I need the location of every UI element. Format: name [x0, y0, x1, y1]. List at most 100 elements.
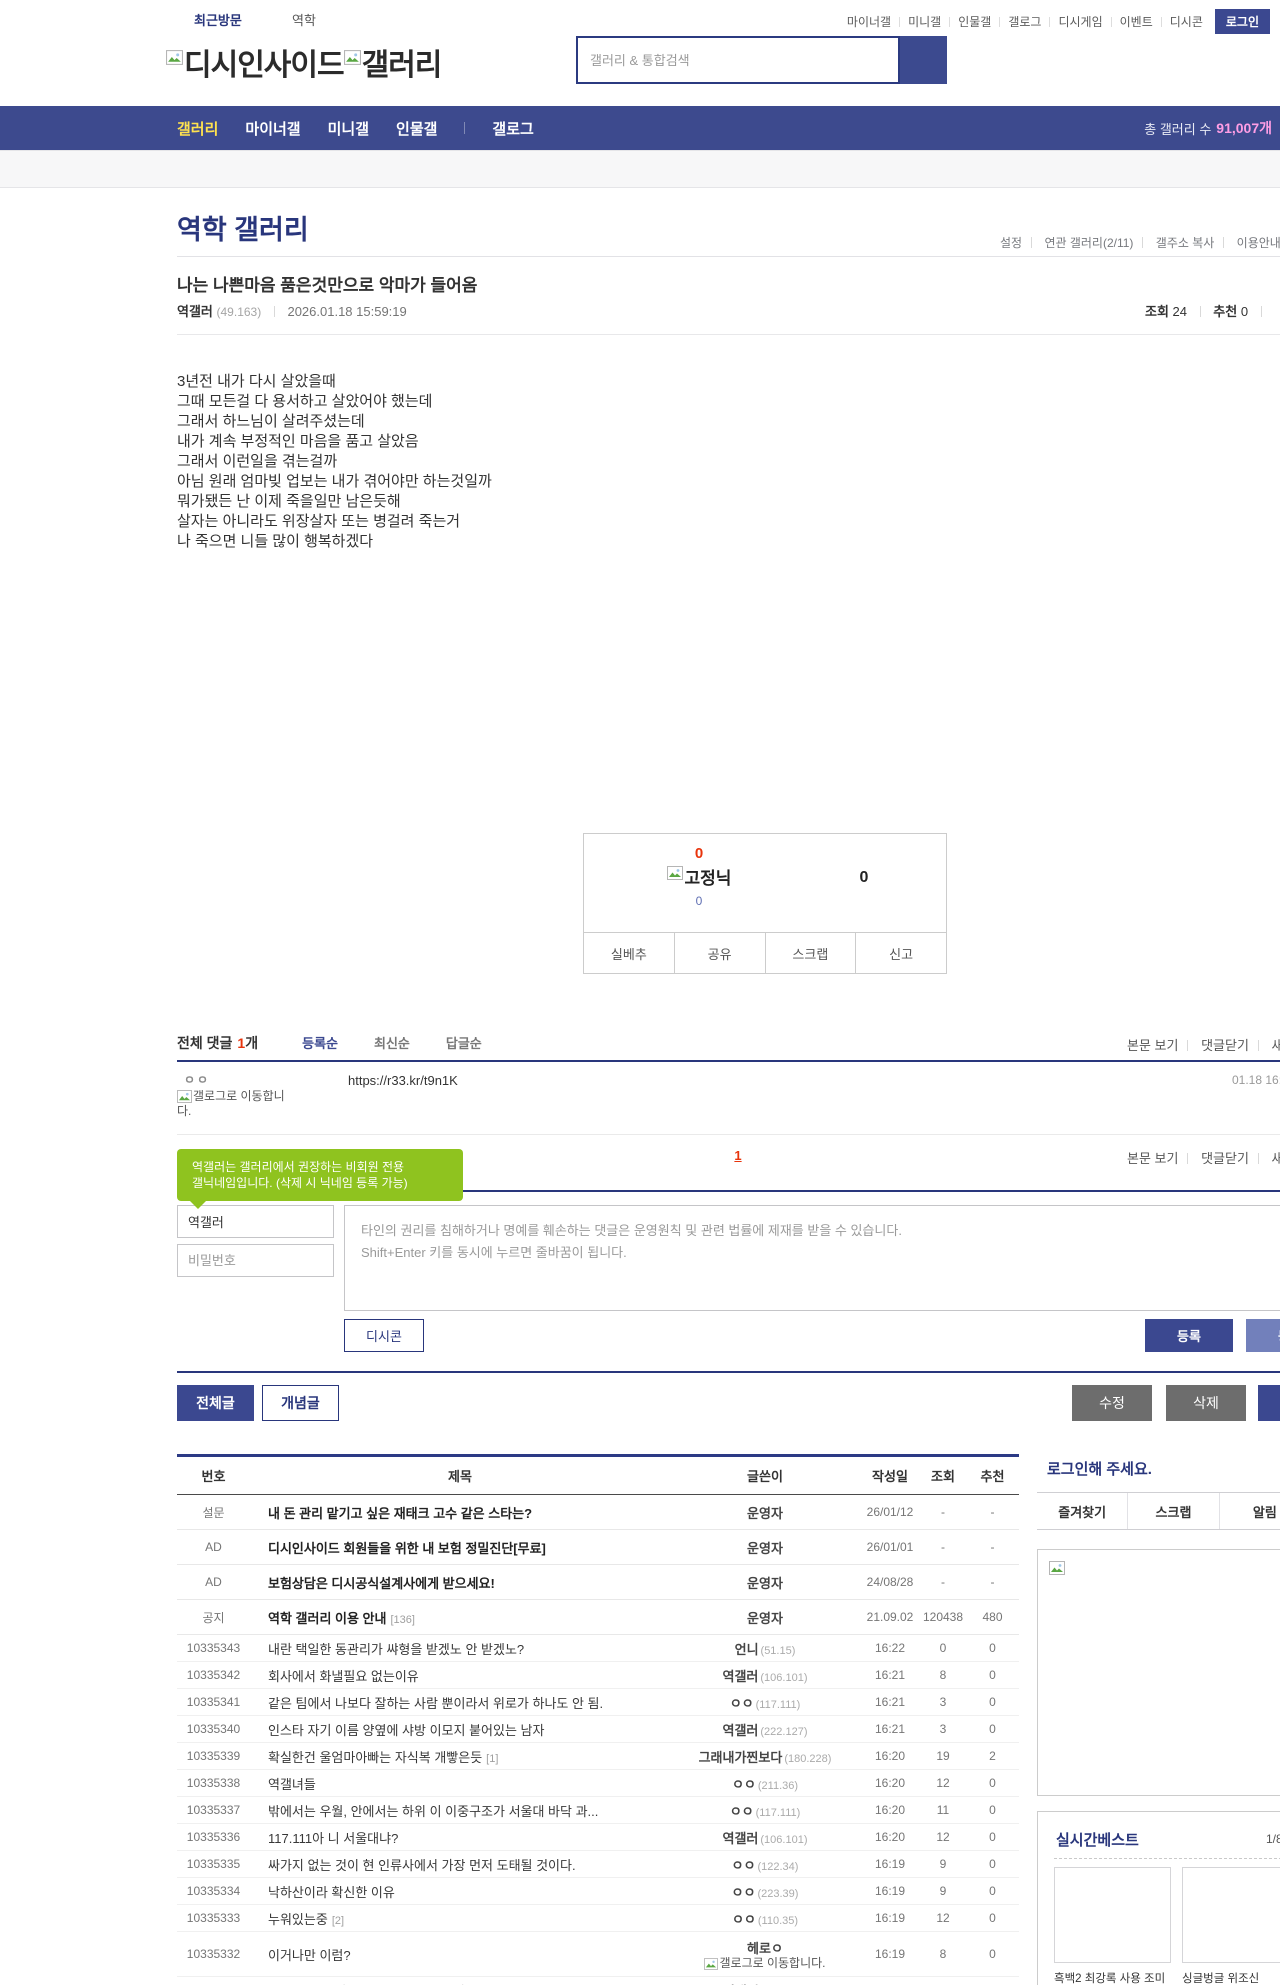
row-title[interactable]: 같은 팀에서 나보다 잘하는 사람 뿐이라서 위로가 하나도 안 됨.	[268, 1696, 603, 1711]
broken-image-icon	[344, 50, 361, 65]
sort-registered[interactable]: 등록순	[302, 1033, 338, 1052]
logo-text-dcinside: 디시인사이드	[184, 40, 344, 84]
comment-submit-button-secondary[interactable]: 등록	[1246, 1319, 1280, 1352]
site-logo[interactable]: 디시인사이드 갤러리	[166, 40, 441, 84]
nav-gallog[interactable]: 갤로그	[492, 118, 533, 139]
topbar-link-minigall[interactable]: 미니갤	[908, 13, 941, 30]
comment-author[interactable]: ㅇㅇ	[184, 1071, 210, 1088]
col-rec: 추천	[966, 1466, 1019, 1485]
row-title[interactable]: 인스타 자기 이름 양옆에 샤방 이모지 붙어있는 남자	[268, 1723, 544, 1738]
row-writer-gallog[interactable]: 갤로그로 이동합니다.	[670, 1957, 860, 1970]
topbar-link-minorgall[interactable]: 마이너갤	[847, 13, 891, 30]
comments-total-label: 전체 댓글	[177, 1033, 232, 1053]
scrap-button[interactable]: 스크랩	[765, 933, 856, 973]
view-post-link[interactable]: 본문 보기	[1127, 1151, 1178, 1166]
row-writer[interactable]: 헤로ㅇ	[747, 1941, 783, 1956]
sort-newest[interactable]: 최신순	[374, 1033, 410, 1052]
sort-reply[interactable]: 답글순	[446, 1033, 482, 1052]
row-title[interactable]: 역학 갤러리 이용 안내	[268, 1611, 386, 1626]
dccon-button[interactable]: 디시콘	[344, 1319, 424, 1352]
row-title[interactable]: 누워있는중	[268, 1912, 328, 1927]
nav-persongall[interactable]: 인물갤	[396, 118, 437, 139]
best-item-thumbnail[interactable]	[1054, 1867, 1171, 1963]
row-title[interactable]: 디시인사이드 회원들을 위한 내 보험 정밀진단[무료]	[268, 1541, 546, 1556]
search-input[interactable]	[576, 36, 900, 84]
write-button[interactable]: 글쓰기	[1258, 1385, 1280, 1421]
topbar-link-event[interactable]: 이벤트	[1120, 13, 1153, 30]
search-button[interactable]	[900, 36, 947, 84]
silbechu-button[interactable]: 실베추	[584, 933, 674, 973]
best-item-title[interactable]: 싱글벙글 위조신	[1182, 1970, 1280, 1985]
row-writer: ㅇㅇ	[732, 1858, 756, 1873]
post-body-line: 그래서 이런일을 겪는걸까	[177, 452, 492, 472]
comment-submit-button[interactable]: 등록	[1145, 1319, 1233, 1352]
report-button[interactable]: 신고	[855, 933, 946, 973]
row-title[interactable]: 117.111아 니 서울대냐?	[268, 1831, 398, 1846]
search-bar	[576, 36, 947, 84]
comment-password-input[interactable]	[177, 1244, 334, 1277]
row-title[interactable]: 역갤녀들	[268, 1777, 316, 1792]
row-title[interactable]: 회사에서 화낼필요 없는이유	[268, 1669, 419, 1684]
comment-nickname-input[interactable]	[177, 1205, 334, 1238]
table-row: 공지 역학 갤러리 이용 안내[136] 운영자 21.09.02 120438…	[177, 1600, 1019, 1635]
row-title[interactable]: 보험상담은 디시공식설계사에게 받으세요!	[268, 1576, 495, 1591]
tab-scrap[interactable]: 스크랩	[1127, 1493, 1218, 1529]
table-row: 10335335 싸가지 없는 것이 현 인류사에서 가장 먼저 도태될 것이다…	[177, 1851, 1019, 1878]
gallery-title[interactable]: 역학 갤러리	[177, 208, 309, 247]
row-title[interactable]: 내란 택일한 동관리가 쌰형을 받겠노 안 받겠노?	[268, 1642, 524, 1657]
recommend-label: 추천	[1213, 304, 1237, 319]
comments-page-1[interactable]: 1	[728, 1148, 748, 1163]
comment-gallog-link[interactable]: 갤로그로 이동합니다.	[177, 1089, 299, 1119]
post-author[interactable]: 역갤러	[177, 304, 213, 319]
row-title[interactable]: 밖에서는 우월, 안에서는 하위 이 이중구조가 서울대 바닥 과...	[268, 1804, 598, 1819]
close-comments-link[interactable]: 댓글닫기	[1201, 1151, 1249, 1166]
topbar-link-dcgame[interactable]: 디시게임	[1058, 13, 1102, 30]
upvote-button[interactable]: 고정닉	[614, 864, 784, 889]
all-posts-button[interactable]: 전체글	[177, 1385, 254, 1421]
comment-textarea[interactable]: 타인의 권리를 침해하거나 명예를 훼손하는 댓글은 운영원칙 및 관련 법률에…	[344, 1205, 1280, 1311]
refresh-comments-link[interactable]: 새로고침	[1272, 1038, 1280, 1053]
row-writer: 언니	[735, 1642, 759, 1657]
row-title[interactable]: 내 돈 관리 맡기고 싶은 재태크 고수 같은 스타는?	[268, 1506, 532, 1521]
usage-guide-link[interactable]: 이용안내	[1237, 236, 1280, 250]
topbar-link-persongall[interactable]: 인물갤	[958, 13, 991, 30]
gallery-settings-link[interactable]: 설정	[1000, 236, 1022, 250]
best-item-thumbnail[interactable]	[1182, 1867, 1280, 1963]
row-writer: 운영자	[747, 1576, 783, 1591]
copy-gallery-url-link[interactable]: 갤주소 복사	[1156, 236, 1215, 250]
col-date: 작성일	[860, 1466, 920, 1485]
realtime-best-pager[interactable]: 1/8	[1266, 1832, 1280, 1846]
breadcrumb-recent-visit[interactable]: 최근방문	[194, 10, 242, 29]
refresh-comments-link[interactable]: 새로고침	[1272, 1151, 1280, 1166]
nav-minorgall[interactable]: 마이너갤	[245, 118, 300, 139]
comment-text: https://r33.kr/t9n1K	[348, 1073, 458, 1088]
breadcrumb-current[interactable]: 역학	[292, 10, 316, 29]
nav-gallery[interactable]: 갤러리	[177, 118, 218, 139]
sidebar-ad-box[interactable]	[1037, 1549, 1280, 1796]
breadcrumb-bar	[0, 150, 1280, 188]
col-views: 조회	[920, 1466, 966, 1485]
login-button[interactable]: 로그인	[1215, 9, 1270, 34]
view-post-link[interactable]: 본문 보기	[1127, 1038, 1178, 1053]
post-date: 2026.01.18 15:59:19	[287, 304, 406, 319]
best-item-title[interactable]: 흑백2 최강록 사용 조미	[1054, 1970, 1179, 1985]
row-title[interactable]: 이거나만 이럼?	[268, 1948, 351, 1963]
post-body-line: 뭐가됐든 난 이제 죽을일만 남은듯해	[177, 492, 492, 512]
row-title[interactable]: 확실한건 울엄마아빠는 자식복 개빻은듯	[268, 1750, 482, 1765]
related-gallery-link[interactable]: 연관 갤러리(2/11)	[1044, 236, 1133, 250]
row-title[interactable]: 낙하산이라 확신한 이유	[268, 1885, 395, 1900]
edit-button[interactable]: 수정	[1072, 1385, 1152, 1421]
nav-minigall[interactable]: 미니갤	[328, 118, 369, 139]
topbar-link-gallog[interactable]: 갤로그	[1008, 13, 1041, 30]
topbar-link-dccon[interactable]: 디시콘	[1170, 13, 1203, 30]
tab-favorites[interactable]: 즐겨찾기	[1037, 1493, 1127, 1529]
share-button[interactable]: 공유	[674, 933, 765, 973]
row-title[interactable]: 싸가지 없는 것이 현 인류사에서 가장 먼저 도태될 것이다.	[268, 1858, 576, 1873]
table-row: 10335343 내란 택일한 동관리가 쌰형을 받겠노 안 받겠노? 언니(5…	[177, 1635, 1019, 1662]
concept-posts-button[interactable]: 개념글	[262, 1385, 339, 1421]
close-comments-link[interactable]: 댓글닫기	[1201, 1038, 1249, 1053]
tab-notifications[interactable]: 알림	[1219, 1493, 1280, 1529]
delete-button[interactable]: 삭제	[1166, 1385, 1246, 1421]
comment-notice-line: Shift+Enter 키를 동시에 누르면 줄바꿈이 됩니다.	[361, 1242, 1280, 1264]
row-writer: 그래내가찐보다	[699, 1750, 783, 1765]
